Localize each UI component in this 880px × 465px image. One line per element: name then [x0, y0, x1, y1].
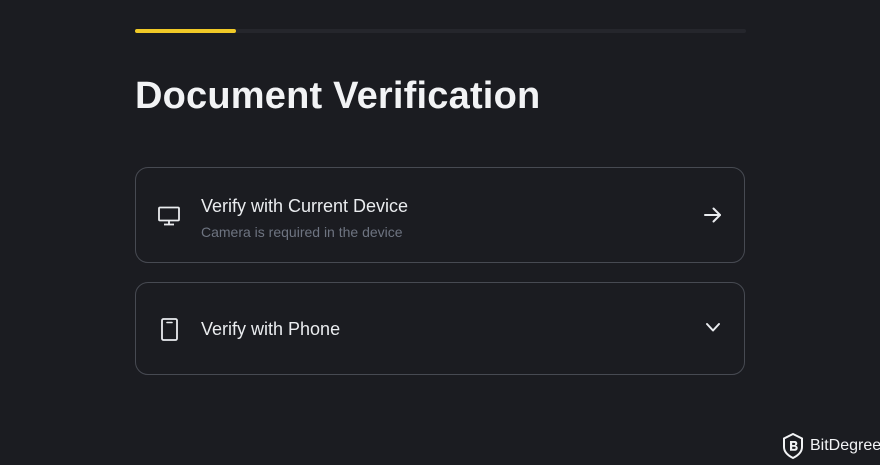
verify-current-device-title: Verify with Current Device — [201, 196, 409, 216]
monitor-icon — [158, 206, 180, 226]
progress-bar — [135, 29, 746, 33]
verify-with-phone-title: Verify with Phone — [201, 319, 341, 339]
verify-current-device-option[interactable]: Verify with Current Device Camera is req… — [135, 167, 745, 263]
page-title: Document Verification — [135, 75, 541, 117]
bitdegree-wordmark: BitDegree — [810, 437, 880, 454]
verify-current-device-subtitle: Camera is required in the device — [201, 224, 403, 240]
chevron-down-icon[interactable] — [705, 322, 721, 333]
verify-with-phone-option[interactable]: Verify with Phone — [135, 282, 745, 375]
bitdegree-logo-icon — [783, 433, 803, 459]
arrow-right-icon — [704, 207, 721, 223]
bitdegree-watermark: BitDegree — [782, 433, 880, 459]
progress-bar-fill — [135, 29, 236, 33]
phone-icon — [161, 318, 178, 341]
